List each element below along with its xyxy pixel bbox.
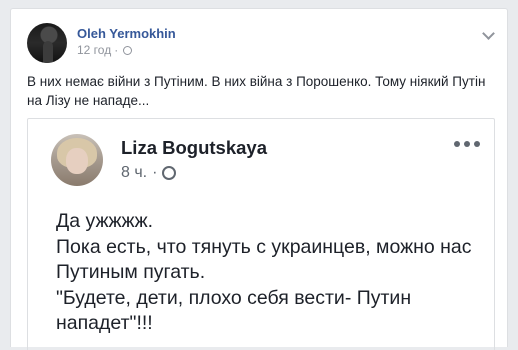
shared-author-name[interactable]: Liza Bogutskaya <box>121 137 267 159</box>
author-avatar[interactable] <box>27 23 67 63</box>
globe-icon[interactable] <box>123 45 133 55</box>
post-meta: 12 год · <box>77 43 133 57</box>
post-text: В них немає війни з Путіним. В них війна… <box>27 74 486 108</box>
feed-post: Oleh Yermokhin 12 год · В них немає війн… <box>10 8 508 350</box>
shared-post: Liza Bogutskaya 8 ч. · Да ужжжж. Пока ес… <box>27 118 495 350</box>
post-timestamp[interactable]: 12 год <box>77 43 111 57</box>
shared-post-timestamp[interactable]: 8 ч. <box>121 164 147 182</box>
shared-meta-separator: · <box>152 164 158 181</box>
more-dots-icon[interactable] <box>454 141 480 147</box>
dot <box>464 141 470 147</box>
shared-post-meta: 8 ч. · <box>121 164 177 182</box>
avatar-figure <box>43 41 53 63</box>
shared-author-avatar[interactable] <box>51 134 103 186</box>
avatar-face <box>66 148 88 174</box>
meta-separator: · <box>114 43 119 57</box>
globe-icon[interactable] <box>162 166 177 180</box>
dot <box>474 141 480 147</box>
dot <box>454 141 460 147</box>
author-name[interactable]: Oleh Yermokhin <box>77 26 176 41</box>
shared-post-text: Да ужжжж. Пока есть, что тянуть с украин… <box>56 210 472 334</box>
chevron-down-icon[interactable] <box>482 27 495 40</box>
